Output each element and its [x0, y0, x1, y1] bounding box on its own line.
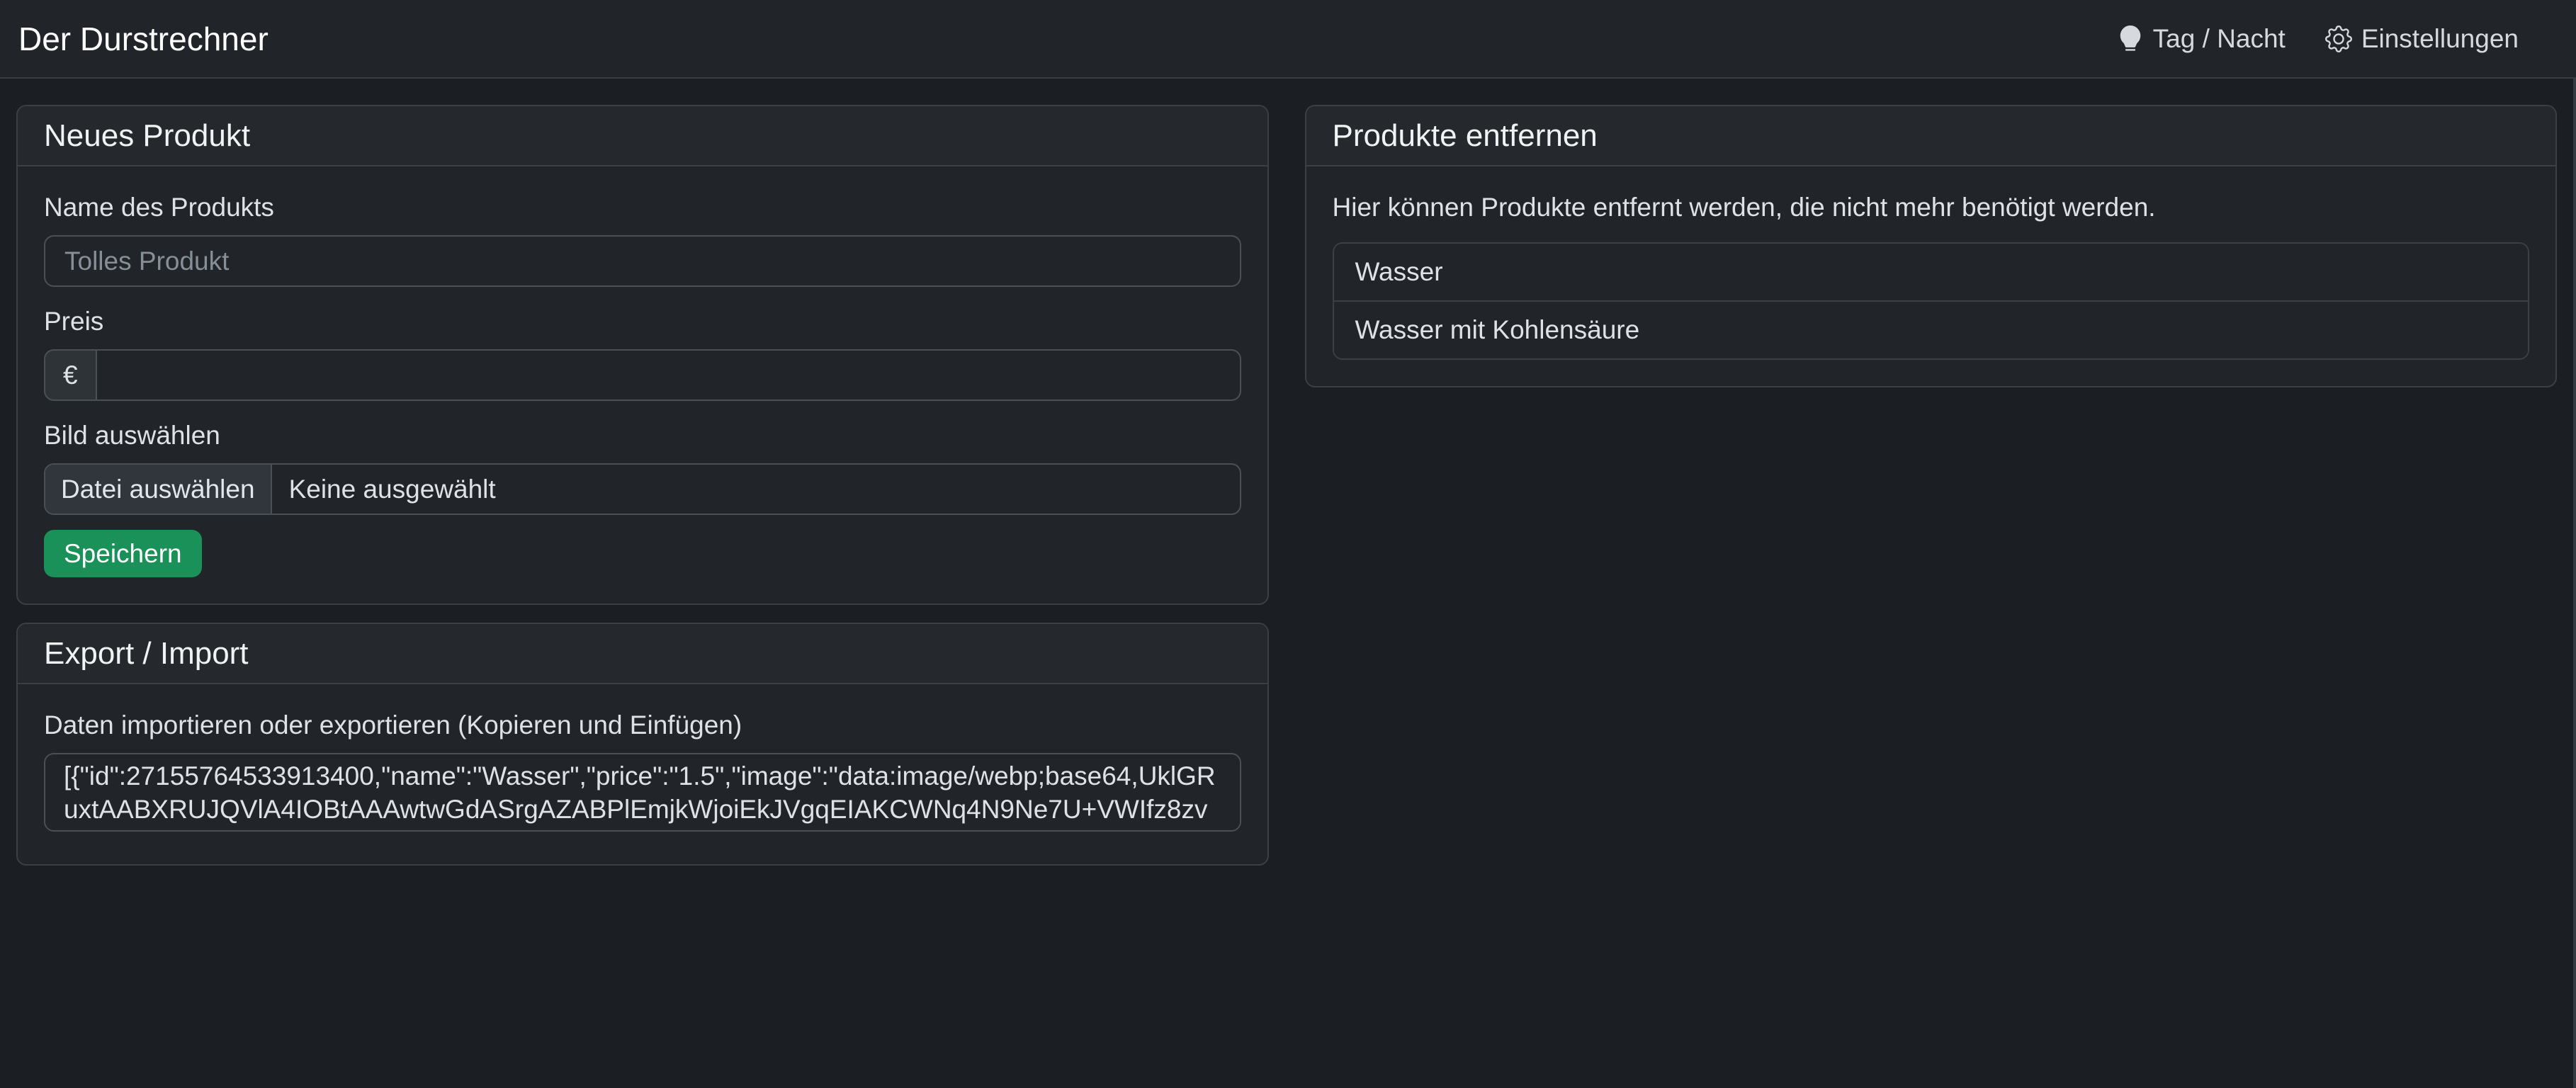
image-group: Bild auswählen Datei auswählen Keine aus… [44, 421, 1241, 515]
price-input-group: € [44, 349, 1241, 401]
new-product-card-title: Neues Produkt [18, 106, 1267, 166]
price-input[interactable] [96, 349, 1241, 401]
gear-icon [2325, 26, 2352, 52]
product-name-label: Name des Produkts [44, 193, 1241, 222]
price-group: Preis € [44, 307, 1241, 401]
file-status-text: Keine ausgewählt [272, 465, 513, 514]
new-product-card-body: Name des Produkts Preis € Bild auswählen… [18, 166, 1267, 604]
page-scrollbar[interactable] [2573, 79, 2576, 1088]
image-label: Bild auswählen [44, 421, 1241, 450]
app-title: Der Durstrechner [18, 23, 269, 55]
file-input[interactable]: Datei auswählen Keine ausgewählt [44, 463, 1241, 515]
product-name-group: Name des Produkts [44, 193, 1241, 287]
product-name-input[interactable] [44, 235, 1241, 287]
remove-products-card: Produkte entfernen Hier können Produkte … [1305, 105, 2558, 387]
product-list-item[interactable]: Wasser mit Kohlensäure [1334, 302, 2529, 358]
main-content: Neues Produkt Name des Produkts Preis € … [0, 79, 2576, 866]
price-label: Preis [44, 307, 1241, 336]
new-product-card: Neues Produkt Name des Produkts Preis € … [16, 105, 1269, 605]
navbar: Der Durstrechner Tag / Nacht Einstellung… [0, 0, 2576, 79]
export-import-card-body: Daten importieren oder exportieren (Kopi… [18, 684, 1267, 864]
save-button[interactable]: Speichern [44, 530, 202, 577]
day-night-toggle[interactable]: Tag / Nacht [2097, 24, 2305, 54]
remove-products-hint: Hier können Produkte entfernt werden, di… [1333, 193, 2530, 222]
export-import-card-title: Export / Import [18, 624, 1267, 684]
navbar-menu: Tag / Nacht Einstellungen [2097, 24, 2538, 54]
remove-products-card-body: Hier können Produkte entfernt werden, di… [1306, 166, 2556, 386]
remove-products-card-title: Produkte entfernen [1306, 106, 2556, 166]
currency-prefix: € [44, 349, 97, 401]
lightbulb-icon [2117, 26, 2144, 52]
settings-link[interactable]: Einstellungen [2305, 24, 2538, 54]
settings-label: Einstellungen [2361, 24, 2519, 54]
left-column: Neues Produkt Name des Produkts Preis € … [16, 105, 1269, 866]
product-list-item[interactable]: Wasser [1334, 244, 2529, 302]
product-list: Wasser Wasser mit Kohlensäure [1333, 242, 2530, 360]
export-import-card: Export / Import Daten importieren oder e… [16, 623, 1269, 866]
export-import-textarea[interactable]: [{"id":27155764533913400,"name":"Wasser"… [44, 753, 1241, 832]
day-night-label: Tag / Nacht [2153, 24, 2286, 54]
file-choose-button[interactable]: Datei auswählen [45, 465, 272, 514]
export-import-label: Daten importieren oder exportieren (Kopi… [44, 710, 1241, 740]
